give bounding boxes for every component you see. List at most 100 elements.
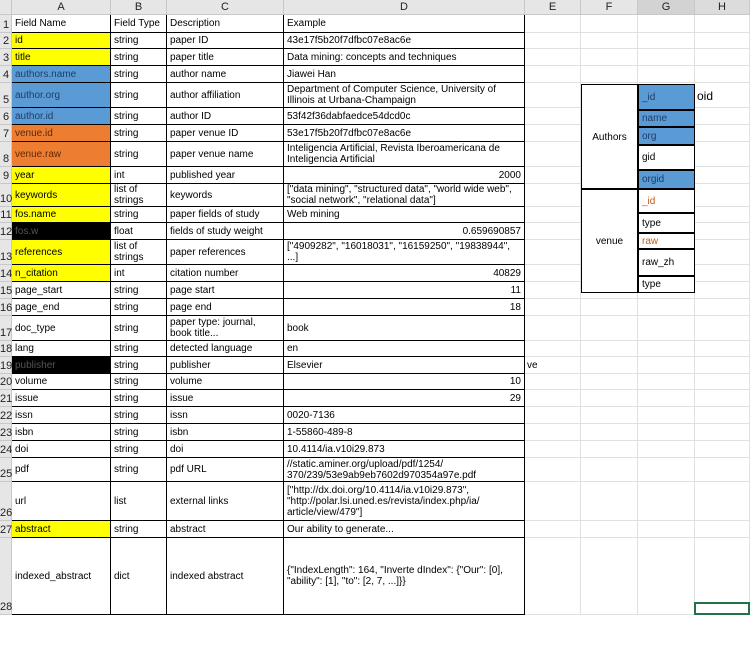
cell-field-name[interactable]: doc_type bbox=[12, 316, 111, 341]
cell-field-type[interactable]: float bbox=[111, 223, 167, 240]
empty-cell[interactable] bbox=[695, 108, 750, 125]
empty-cell[interactable] bbox=[581, 482, 638, 521]
empty-cell[interactable] bbox=[525, 108, 581, 125]
empty-cell[interactable] bbox=[695, 33, 750, 49]
cell-field-name[interactable]: keywords bbox=[12, 184, 111, 207]
empty-cell[interactable] bbox=[638, 538, 695, 615]
cell-field-type[interactable]: string bbox=[111, 458, 167, 482]
cell-description[interactable]: paper fields of study bbox=[167, 207, 284, 223]
empty-cell[interactable] bbox=[695, 240, 750, 265]
authors-field-4[interactable]: orgid bbox=[638, 170, 695, 189]
cell-field-name[interactable]: indexed_abstract bbox=[12, 538, 111, 615]
empty-cell[interactable] bbox=[695, 441, 750, 458]
empty-cell[interactable] bbox=[638, 49, 695, 66]
cell-description[interactable]: fields of study weight bbox=[167, 223, 284, 240]
empty-cell[interactable] bbox=[695, 482, 750, 521]
cell-example[interactable]: ["http://dx.doi.org/10.4114/ia.v10i29.87… bbox=[284, 482, 525, 521]
cell-example[interactable]: Web mining bbox=[284, 207, 525, 223]
row-header[interactable]: 16 bbox=[0, 299, 12, 316]
empty-cell[interactable] bbox=[525, 424, 581, 441]
authors-field-1[interactable]: name bbox=[638, 110, 695, 127]
cell-field-name[interactable]: url bbox=[12, 482, 111, 521]
empty-cell[interactable] bbox=[525, 458, 581, 482]
cell-field-type[interactable]: string bbox=[111, 374, 167, 390]
row-header[interactable]: 26 bbox=[0, 482, 12, 521]
cell-description[interactable]: abstract bbox=[167, 521, 284, 538]
cell-field-name[interactable]: pdf bbox=[12, 458, 111, 482]
empty-cell[interactable] bbox=[525, 521, 581, 538]
row-header[interactable]: 17 bbox=[0, 316, 12, 341]
empty-cell[interactable] bbox=[525, 83, 581, 108]
cell-field-type[interactable]: string bbox=[111, 33, 167, 49]
empty-cell[interactable] bbox=[581, 316, 638, 341]
empty-cell[interactable] bbox=[525, 441, 581, 458]
cell-field-name[interactable]: doi bbox=[12, 441, 111, 458]
empty-cell[interactable] bbox=[695, 265, 750, 282]
cell-field-type[interactable]: Field Type bbox=[111, 15, 167, 33]
empty-cell[interactable] bbox=[695, 207, 750, 223]
empty-cell[interactable] bbox=[581, 357, 638, 374]
cell-field-name[interactable]: Field Name bbox=[12, 15, 111, 33]
empty-cell[interactable] bbox=[525, 49, 581, 66]
cell-description[interactable]: paper title bbox=[167, 49, 284, 66]
cell-field-name[interactable]: authors.name bbox=[12, 66, 111, 83]
column-header-f[interactable]: F bbox=[581, 0, 638, 15]
cell-example[interactable]: 11 bbox=[284, 282, 525, 299]
cell-field-name[interactable]: title bbox=[12, 49, 111, 66]
cell-field-name[interactable]: abstract bbox=[12, 521, 111, 538]
empty-cell[interactable] bbox=[581, 458, 638, 482]
cell-description[interactable]: paper ID bbox=[167, 33, 284, 49]
cell-example[interactable]: Our ability to generate... bbox=[284, 521, 525, 538]
cell-description[interactable]: publisher bbox=[167, 357, 284, 374]
cell-field-type[interactable]: string bbox=[111, 424, 167, 441]
empty-cell[interactable] bbox=[638, 441, 695, 458]
empty-cell[interactable] bbox=[695, 15, 750, 33]
cell-description[interactable]: external links bbox=[167, 482, 284, 521]
empty-cell[interactable] bbox=[525, 125, 581, 142]
empty-cell[interactable] bbox=[525, 240, 581, 265]
cell-example[interactable]: 43e17f5b20f7dfbc07e8ac6e bbox=[284, 33, 525, 49]
empty-cell[interactable] bbox=[638, 390, 695, 407]
row-header[interactable]: 11 bbox=[0, 207, 12, 223]
empty-cell[interactable] bbox=[525, 341, 581, 357]
cell-description[interactable]: page end bbox=[167, 299, 284, 316]
empty-cell[interactable] bbox=[525, 374, 581, 390]
empty-cell[interactable] bbox=[525, 407, 581, 424]
cell-description[interactable]: isbn bbox=[167, 424, 284, 441]
row-header[interactable]: 25 bbox=[0, 458, 12, 482]
empty-cell[interactable] bbox=[695, 374, 750, 390]
cell-field-type[interactable]: int bbox=[111, 265, 167, 282]
venue-field-0[interactable]: _id bbox=[638, 189, 695, 213]
cell-field-type[interactable]: string bbox=[111, 66, 167, 83]
cell-description[interactable]: keywords bbox=[167, 184, 284, 207]
empty-cell[interactable] bbox=[581, 424, 638, 441]
empty-cell[interactable] bbox=[638, 357, 695, 374]
empty-cell[interactable] bbox=[638, 33, 695, 49]
empty-cell[interactable] bbox=[695, 407, 750, 424]
empty-cell[interactable] bbox=[695, 66, 750, 83]
empty-cell[interactable] bbox=[581, 49, 638, 66]
cell-field-type[interactable]: string bbox=[111, 441, 167, 458]
row-header[interactable]: 28 bbox=[0, 538, 12, 615]
row-header[interactable]: 19 bbox=[0, 357, 12, 374]
venue-field-4[interactable]: type bbox=[638, 276, 695, 293]
cell-example[interactable]: 0020-7136 bbox=[284, 407, 525, 424]
empty-cell[interactable] bbox=[525, 223, 581, 240]
empty-cell[interactable] bbox=[638, 374, 695, 390]
cell-example[interactable]: Elsevier bbox=[284, 357, 525, 374]
cell-description[interactable]: published year bbox=[167, 167, 284, 184]
cell-description[interactable]: indexed abstract bbox=[167, 538, 284, 615]
cell-field-name[interactable]: n_citation bbox=[12, 265, 111, 282]
cell-field-type[interactable]: string bbox=[111, 125, 167, 142]
cell-example[interactable]: ["4909282", "16018031", "16159250", "198… bbox=[284, 240, 525, 265]
cell-example[interactable]: Department of Computer Science, Universi… bbox=[284, 83, 525, 108]
empty-cell[interactable] bbox=[638, 407, 695, 424]
cell-example[interactable]: 29 bbox=[284, 390, 525, 407]
cell-field-name[interactable]: isbn bbox=[12, 424, 111, 441]
cell-example[interactable]: //static.aminer.org/upload/pdf/1254/ 370… bbox=[284, 458, 525, 482]
column-header-a[interactable]: A bbox=[12, 0, 111, 15]
cell-field-type[interactable]: string bbox=[111, 49, 167, 66]
cell-field-name[interactable]: venue.raw bbox=[12, 142, 111, 167]
row-header[interactable]: 5 bbox=[0, 83, 12, 108]
empty-cell[interactable] bbox=[581, 390, 638, 407]
